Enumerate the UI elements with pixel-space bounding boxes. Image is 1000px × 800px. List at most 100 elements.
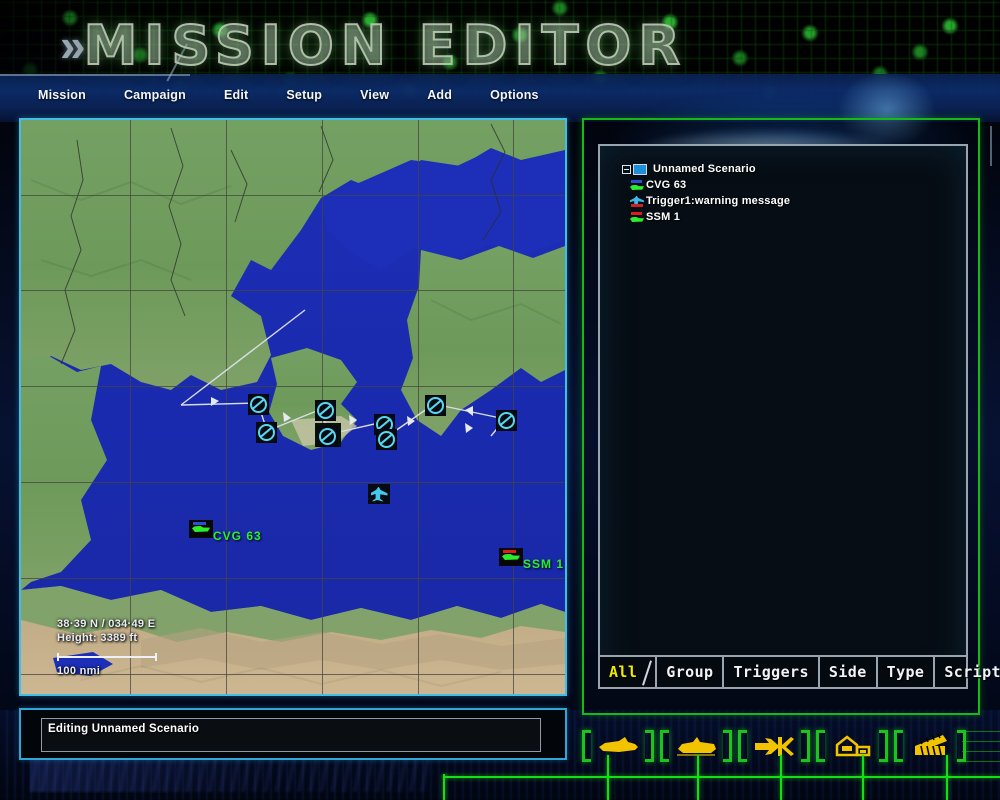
- submarine-icon: [595, 733, 641, 759]
- bracket-right-icon: [957, 730, 966, 762]
- waypoint-icon: [427, 397, 444, 414]
- map-scale-label: 100 nmi: [57, 665, 101, 677]
- map-grid-line: [21, 290, 565, 291]
- footer-rule-vertical: [443, 774, 445, 800]
- map-grid-line: [21, 195, 565, 196]
- tab-script[interactable]: Script: [935, 657, 1000, 687]
- bracket-left-icon: [738, 730, 747, 762]
- bracket-right-icon: [879, 730, 888, 762]
- ship-red-icon: [630, 211, 644, 223]
- map-waypoint-marker[interactable]: [248, 394, 269, 415]
- waypoint-icon: [250, 396, 267, 413]
- footer-rule-faint: [962, 751, 1000, 752]
- map-grid-line: [130, 120, 131, 694]
- menu-add[interactable]: Add: [421, 86, 458, 104]
- footer-rule-vertical: [607, 755, 609, 800]
- add-object-toolbar: [582, 722, 982, 770]
- decor-vertical-rule: [990, 126, 992, 166]
- status-bar-field[interactable]: Editing Unnamed Scenario: [41, 718, 541, 752]
- tree-row[interactable]: Trigger1:warning message: [630, 194, 962, 208]
- map-grid-line: [418, 120, 419, 694]
- aircraft-trigger-icon: [630, 195, 644, 207]
- bracket-right-icon: [801, 730, 810, 762]
- ship-icon: [189, 520, 213, 538]
- scale-bar-line: [57, 656, 157, 658]
- map-height-readout: Height: 3389 ft: [57, 632, 138, 644]
- map-grid-line: [21, 386, 565, 387]
- waypoint-icon: [319, 428, 336, 445]
- tree-item-label: SSM 1: [646, 211, 681, 223]
- page-title-text: MISSION EDITOR: [83, 13, 687, 78]
- filter-tab-bar: All Group Triggers Side Type Script: [598, 655, 1000, 689]
- tab-group[interactable]: Group: [657, 657, 725, 687]
- map-waypoint-marker[interactable]: [315, 400, 336, 421]
- map-unit-cvg63[interactable]: CVG 63: [189, 520, 261, 543]
- map-grid-line: [513, 120, 514, 694]
- bracket-left-icon: [660, 730, 669, 762]
- tab-divider-slash: [637, 657, 658, 687]
- footer-rule-horizontal: [443, 776, 1000, 778]
- menu-edit[interactable]: Edit: [218, 86, 254, 104]
- footer-rule-vertical: [780, 755, 782, 800]
- map-grid-line: [226, 120, 227, 694]
- map-waypoint-marker[interactable]: [496, 410, 517, 431]
- map-waypoint-marker[interactable]: [376, 429, 397, 450]
- map-unit-ssm1[interactable]: SSM 1: [499, 548, 563, 571]
- aircraft-icon: [751, 733, 797, 759]
- add-script-button[interactable]: [894, 726, 966, 766]
- add-submarine-button[interactable]: [582, 726, 654, 766]
- add-base-button[interactable]: [816, 726, 888, 766]
- chevron-right-icon: »: [60, 19, 85, 71]
- waypoint-icon: [317, 402, 334, 419]
- tree-item-label: Trigger1:warning message: [646, 195, 791, 207]
- waypoint-icon: [258, 424, 275, 441]
- minus-box-icon[interactable]: [622, 164, 631, 174]
- object-browser-panel: Unnamed Scenario CVG 63 Trigger1:warning m…: [582, 118, 1000, 715]
- add-aircraft-button[interactable]: [738, 726, 810, 766]
- map-unit-label: SSM 1: [523, 557, 565, 571]
- ship-glyph: [502, 553, 520, 560]
- menu-mission[interactable]: Mission: [32, 86, 92, 104]
- menu-options[interactable]: Options: [484, 86, 545, 104]
- bracket-left-icon: [582, 730, 591, 762]
- bracket-left-icon: [816, 730, 825, 762]
- menu-campaign[interactable]: Campaign: [118, 86, 192, 104]
- map-scale-bar: [57, 653, 157, 661]
- ship-blue-icon: [630, 179, 644, 191]
- map-waypoint-marker[interactable]: [425, 395, 446, 416]
- mission-editor-window: » MISSION EDITOR Mission Campaign Edit Setu…: [0, 0, 1000, 800]
- ship-glyph: [192, 525, 210, 532]
- map-grid-line: [21, 482, 565, 483]
- menu-view[interactable]: View: [354, 86, 395, 104]
- map-panel[interactable]: CVG 63 SSM 1 38·39 N / 034·49 E Height: …: [19, 118, 567, 696]
- tree-row[interactable]: CVG 63: [630, 178, 962, 192]
- ship-icon: [499, 548, 523, 566]
- scale-bar-tick-end: [155, 653, 157, 661]
- tab-triggers[interactable]: Triggers: [724, 657, 820, 687]
- map-waypoint-marker[interactable]: [256, 422, 277, 443]
- menu-setup[interactable]: Setup: [280, 86, 328, 104]
- bracket-right-icon: [723, 730, 732, 762]
- waypoint-icon: [378, 431, 395, 448]
- tab-side[interactable]: Side: [820, 657, 878, 687]
- tree-item-label: CVG 63: [646, 179, 687, 191]
- map-waypoint-marker[interactable]: [317, 426, 338, 447]
- add-ship-button[interactable]: [660, 726, 732, 766]
- map-canvas[interactable]: CVG 63 SSM 1 38·39 N / 034·49 E Height: …: [21, 120, 565, 694]
- footer-rule-vertical: [862, 755, 864, 800]
- bracket-left-icon: [894, 730, 903, 762]
- map-grid-line: [21, 674, 565, 675]
- scale-bar-tick-start: [57, 653, 59, 661]
- footer-rule-faint: [962, 731, 1000, 732]
- tree-row[interactable]: Unnamed Scenario: [622, 162, 962, 176]
- base-building-icon: [829, 733, 875, 759]
- tab-type[interactable]: Type: [878, 657, 936, 687]
- tab-all[interactable]: All: [600, 657, 637, 687]
- object-tree-view[interactable]: Unnamed Scenario CVG 63 Trigger1:warning m…: [598, 144, 968, 687]
- map-aircraft-marker[interactable]: [368, 484, 390, 504]
- map-grid-line: [21, 578, 565, 579]
- scenario-tree[interactable]: Unnamed Scenario CVG 63 Trigger1:warning m…: [622, 162, 962, 226]
- unit-side-stripe: [503, 550, 516, 553]
- map-unit-label: CVG 63: [213, 529, 262, 543]
- tree-row[interactable]: SSM 1: [630, 210, 962, 224]
